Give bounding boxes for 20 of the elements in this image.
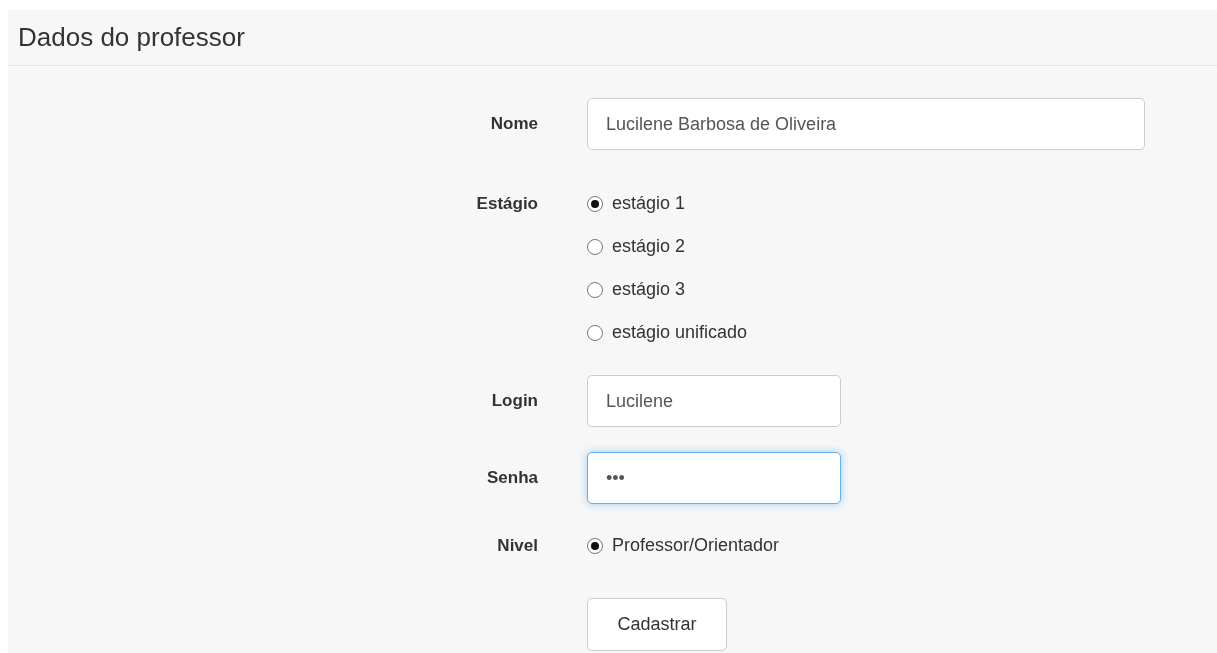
field-label: Login xyxy=(491,390,538,413)
radio-button[interactable] xyxy=(587,281,603,298)
input-field[interactable]: ••• xyxy=(587,452,841,504)
field-label: Nivel xyxy=(497,534,538,557)
submit-button[interactable]: Cadastrar xyxy=(587,598,727,651)
radio-button[interactable] xyxy=(587,537,603,554)
radio-label: estágio 3 xyxy=(612,278,686,301)
input-field[interactable]: Lucilene xyxy=(587,375,841,427)
field-label: Nome xyxy=(490,113,538,136)
radio-label: Professor/Orientador xyxy=(612,534,780,557)
radio-label: estágio 1 xyxy=(612,192,686,215)
radio-button[interactable] xyxy=(587,238,603,255)
radio-label: estágio unificado xyxy=(612,321,748,344)
field-label: Senha xyxy=(486,467,538,490)
radio-button[interactable] xyxy=(587,195,603,212)
radio-label: estágio 2 xyxy=(612,235,686,258)
input-field[interactable]: Lucilene Barbosa de Oliveira xyxy=(587,98,1145,150)
panel-title: Dados do professor xyxy=(18,21,245,54)
radio-button[interactable] xyxy=(587,324,603,341)
field-label: Estágio xyxy=(476,192,538,215)
